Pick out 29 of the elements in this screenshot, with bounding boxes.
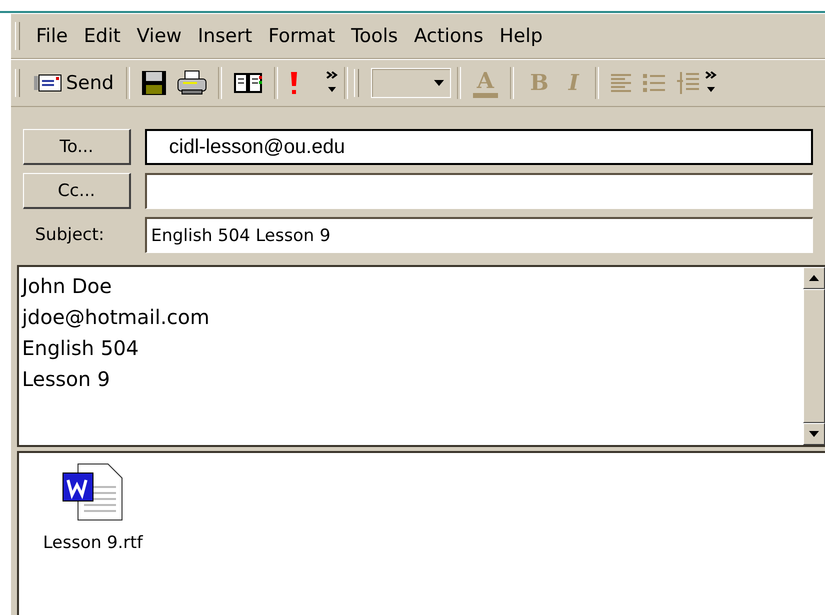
down-arrow-icon <box>809 431 819 437</box>
message-line: Lesson 9 <box>22 366 111 393</box>
menu-item[interactable]: Edit <box>76 25 129 47</box>
menu-item[interactable]: Tools <box>343 25 406 47</box>
scroll-thumb[interactable] <box>803 289 825 423</box>
subject-field[interactable]: English 504 Lesson 9 <box>145 217 813 253</box>
message-line: English 504 <box>22 335 140 362</box>
envelope-icon <box>34 73 62 93</box>
document-icon[interactable] <box>62 463 124 521</box>
message-line: John Doe <box>22 273 113 300</box>
down-arrow-icon <box>434 80 444 86</box>
message-line: jdoe@hotmail.com <box>22 304 210 331</box>
subject-label: Subject: <box>34 225 106 245</box>
font-dropdown[interactable] <box>370 68 451 98</box>
menu-item[interactable]: Help <box>491 25 551 47</box>
up-arrow-icon <box>809 275 819 281</box>
attachment-name[interactable]: Lesson 9.rtf <box>43 533 143 553</box>
cc-button[interactable]: Cc... <box>23 173 131 209</box>
menu-item[interactable]: View <box>128 25 190 47</box>
menu-item[interactable]: Actions <box>406 25 492 47</box>
to-field[interactable]: cidl-lesson@ou.edu <box>145 129 813 165</box>
menu-item[interactable]: File <box>28 25 76 47</box>
to-button[interactable]: To... <box>23 129 131 165</box>
scroll-up-button[interactable] <box>803 267 825 289</box>
menu-item[interactable]: Insert <box>190 25 260 47</box>
scroll-down-button[interactable] <box>803 423 825 445</box>
menu-item[interactable]: Format <box>260 25 344 47</box>
cc-field[interactable] <box>145 173 813 209</box>
send-button[interactable]: Send <box>28 70 120 96</box>
